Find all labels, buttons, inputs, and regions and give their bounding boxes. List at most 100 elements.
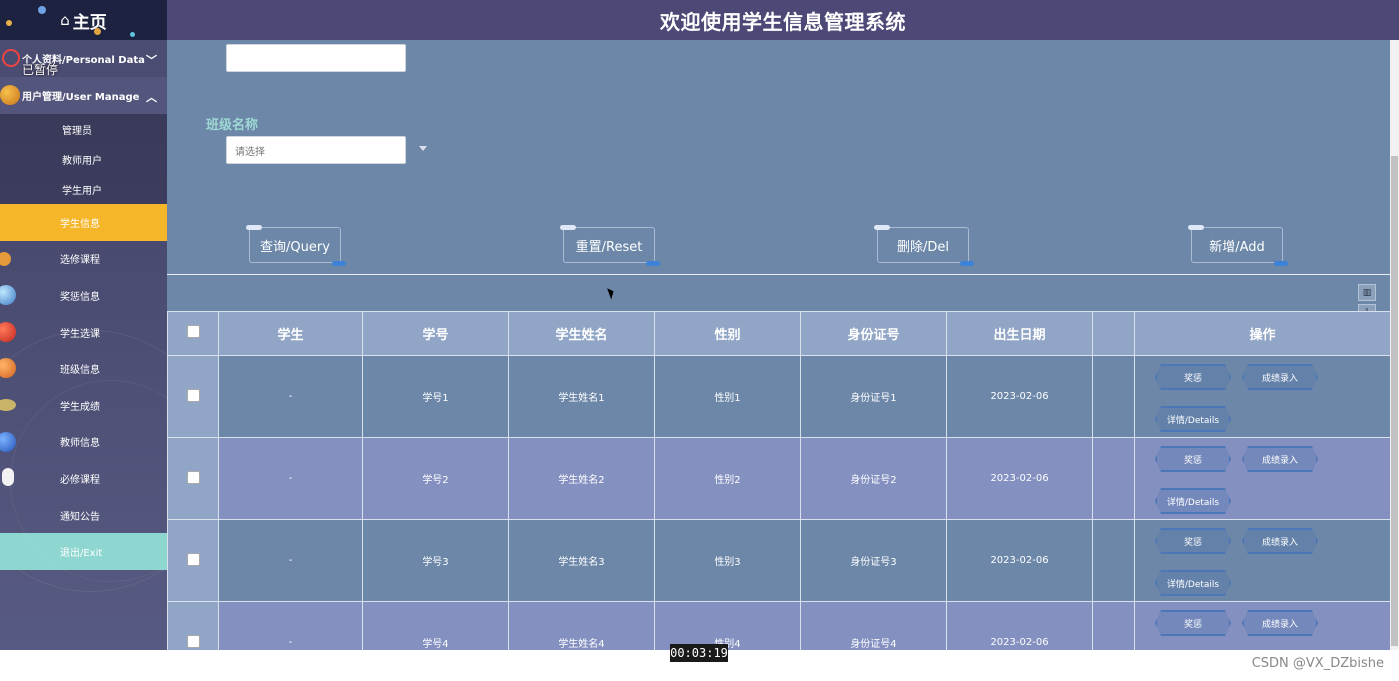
class-select-placeholder: 请选择 <box>235 146 265 158</box>
column-header: 操作 <box>1134 311 1390 356</box>
table-row: - 学号2 学生姓名2 性别2 身份证号2 2023-02-06 奖惩 成绩录入… <box>167 437 1390 520</box>
sidebar-item-admin[interactable]: 管理员 <box>0 114 167 144</box>
sidebar-item-student-info[interactable]: 学生信息 <box>0 204 167 241</box>
rocket-icon <box>2 468 14 487</box>
details-button[interactable]: 详情/Details <box>1155 406 1231 432</box>
reset-button-label: 重置/Reset <box>575 239 643 255</box>
reward-button[interactable]: 奖惩 <box>1155 446 1231 472</box>
cell-gender: 性别4 <box>654 601 801 650</box>
planet-icon <box>130 32 135 37</box>
select-all-checkbox[interactable] <box>186 325 200 338</box>
scrollbar-thumb[interactable] <box>1391 156 1398 646</box>
columns-icon[interactable]: ▥ <box>1358 284 1376 301</box>
query-button[interactable]: 查询/Query <box>246 225 346 266</box>
details-button[interactable]: 详情/Details <box>1155 488 1231 514</box>
column-header[interactable]: 性别 <box>654 311 801 356</box>
sidebar-item-label: 班级信息 <box>60 365 100 377</box>
column-header[interactable]: 学生姓名 <box>508 311 655 356</box>
query-button-label: 查询/Query <box>260 239 330 255</box>
atom-icon <box>2 49 20 67</box>
sidebar-item-teacher-users[interactable]: 教师用户 <box>0 144 167 174</box>
cell-birth: 2023-02-06 <box>946 355 1093 438</box>
menu-group-label: 用户管理/User Manage <box>22 92 140 103</box>
row-checkbox[interactable] <box>186 552 200 566</box>
add-button[interactable]: 新增/Add <box>1188 225 1288 266</box>
cell-ops: 奖惩 成绩录入 详情/Details <box>1134 601 1390 650</box>
sidebar-item-label: 通知公告 <box>60 511 100 523</box>
column-header[interactable]: 学号 <box>362 311 509 356</box>
table-row: - 学号1 学生姓名1 性别1 身份证号1 2023-02-06 奖惩 成绩录入… <box>167 355 1390 438</box>
sidebar-item-label: 教师用户 <box>62 155 102 167</box>
sidebar-item-grades[interactable]: 学生成绩 <box>0 387 167 424</box>
reward-button[interactable]: 奖惩 <box>1155 364 1231 390</box>
details-button[interactable]: 详情/Details <box>1155 570 1231 596</box>
menu-group-user-manage[interactable]: 用户管理/User Manage ︿ <box>0 77 167 114</box>
column-header[interactable]: 学生 <box>218 311 363 356</box>
cell-id: 学号4 <box>362 601 509 650</box>
column-header[interactable]: 身份证号 <box>800 311 947 356</box>
row-select-cell <box>167 437 219 520</box>
cell-birth: 2023-02-06 <box>946 519 1093 602</box>
cell-id: 学号2 <box>362 437 509 520</box>
search-input[interactable] <box>226 44 406 72</box>
reset-button[interactable]: 重置/Reset <box>560 225 660 266</box>
row-select-cell <box>167 519 219 602</box>
cell-idcard: 身份证号4 <box>800 601 947 650</box>
planet-icon <box>0 251 11 266</box>
sidebar-item-course-selection[interactable]: 学生选课 <box>0 314 167 351</box>
sidebar: ⌂ 主页 已暂停 个人资料/Personal Data ﹀ 用户管理/User … <box>0 0 167 650</box>
sidebar-item-label: 教师信息 <box>60 438 100 450</box>
table-row: - 学号4 学生姓名4 性别4 身份证号4 2023-02-06 奖惩 成绩录入… <box>167 601 1390 650</box>
cell-student: - <box>218 437 363 520</box>
video-timer: 00:03:19 <box>670 644 728 662</box>
class-select[interactable]: 请选择 <box>226 136 406 164</box>
sidebar-item-required-courses[interactable]: 必修课程 <box>0 460 167 497</box>
cell-id: 学号1 <box>362 355 509 438</box>
paused-overlay: 已暂停 <box>22 63 59 77</box>
sidebar-item-elective-courses[interactable]: 选修课程 <box>0 241 167 278</box>
row-checkbox[interactable] <box>186 634 200 648</box>
sidebar-item-label: 管理员 <box>62 125 92 137</box>
cell-name: 学生姓名2 <box>508 437 655 520</box>
button-decoration <box>960 261 974 266</box>
delete-button[interactable]: 删除/Del <box>874 225 974 266</box>
row-checkbox[interactable] <box>186 388 200 402</box>
cell-empty <box>1092 519 1135 602</box>
main-content: 班级名称 请选择 查询/Query 重置/Reset 删除/Del 新增/Add <box>167 40 1390 650</box>
row-select-cell <box>167 601 219 650</box>
sidebar-exit[interactable]: 退出/Exit <box>0 533 167 570</box>
reward-button[interactable]: 奖惩 <box>1155 528 1231 554</box>
cell-idcard: 身份证号2 <box>800 437 947 520</box>
chevron-up-icon: ︿ <box>146 91 157 104</box>
button-decoration <box>332 261 346 266</box>
table-header-row: 学生 学号 学生姓名 性别 身份证号 出生日期 操作 <box>167 311 1390 356</box>
vertical-scrollbar[interactable] <box>1390 40 1399 650</box>
page-title: 欢迎使用学生信息管理系统 <box>660 9 906 34</box>
cell-id: 学号3 <box>362 519 509 602</box>
sidebar-item-class-info[interactable]: 班级信息 <box>0 350 167 387</box>
home-label: 主页 <box>72 12 107 33</box>
button-decoration <box>1188 225 1204 230</box>
score-entry-button[interactable]: 成绩录入 <box>1242 364 1318 390</box>
row-checkbox[interactable] <box>186 470 200 484</box>
column-header[interactable]: 出生日期 <box>946 311 1093 356</box>
reward-button[interactable]: 奖惩 <box>1155 610 1231 636</box>
sidebar-item-rewards[interactable]: 奖惩信息 <box>0 277 167 314</box>
planet-icon <box>6 20 12 26</box>
sidebar-item-label: 奖惩信息 <box>60 291 100 303</box>
sidebar-item-student-users[interactable]: 学生用户 <box>0 174 167 204</box>
cell-empty <box>1092 355 1135 438</box>
score-entry-button[interactable]: 成绩录入 <box>1242 446 1318 472</box>
score-entry-button[interactable]: 成绩录入 <box>1242 610 1318 636</box>
sidebar-item-announcements[interactable]: 通知公告 <box>0 497 167 534</box>
score-entry-button[interactable]: 成绩录入 <box>1242 528 1318 554</box>
sidebar-home[interactable]: ⌂ 主页 <box>0 0 167 40</box>
cell-empty <box>1092 437 1135 520</box>
dropdown-arrow-icon[interactable] <box>419 146 427 151</box>
planet-icon <box>0 321 16 342</box>
top-header: 欢迎使用学生信息管理系统 <box>167 0 1399 40</box>
cell-name: 学生姓名4 <box>508 601 655 650</box>
button-decoration <box>646 261 660 266</box>
sidebar-item-teacher-info[interactable]: 教师信息 <box>0 424 167 461</box>
student-table: 学生 学号 学生姓名 性别 身份证号 出生日期 操作 - 学号1 学生姓名1 性… <box>167 311 1390 650</box>
